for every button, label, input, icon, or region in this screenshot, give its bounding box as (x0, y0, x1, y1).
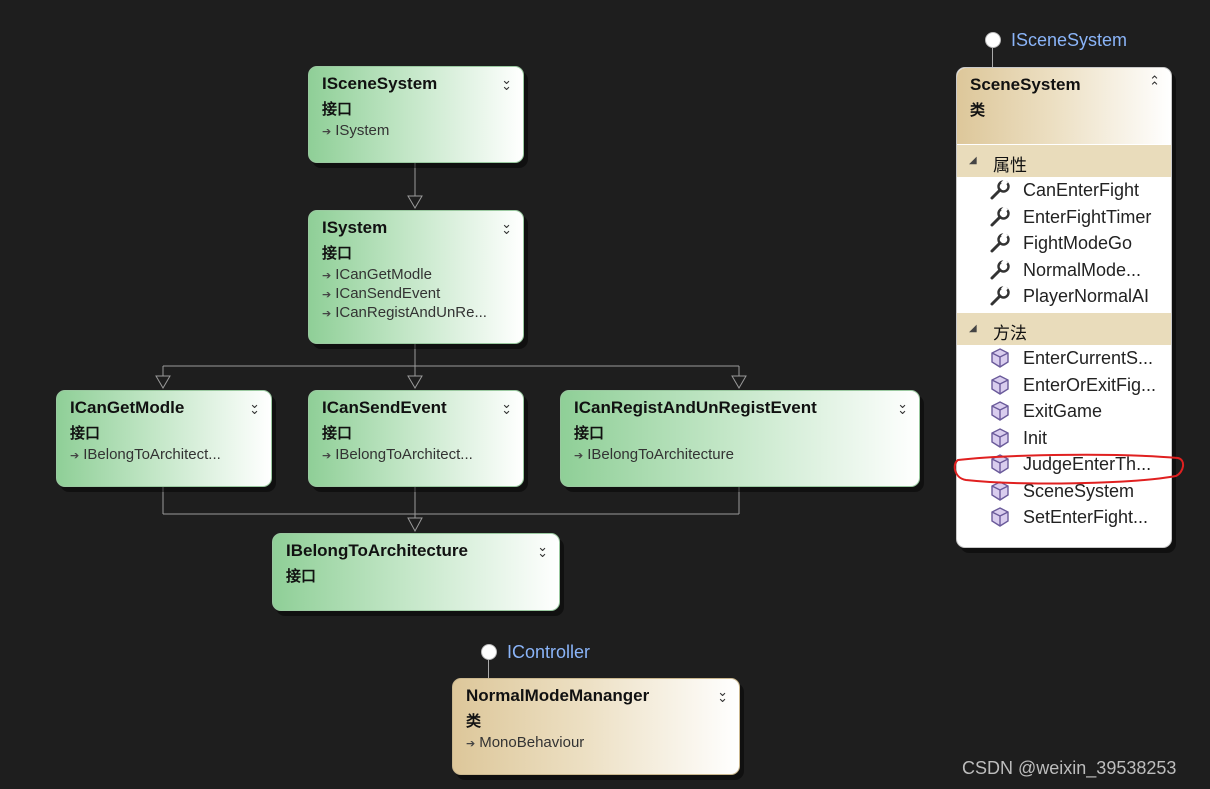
inherit-arrow-icon: ➔ (574, 450, 584, 462)
inherit-item: ➔ MonoBehaviour (466, 734, 585, 751)
collapse-chevron-icon[interactable]: ⌄ ⌄ (501, 397, 512, 416)
inherit-item: ➔ IBelongToArchitecture (574, 446, 734, 463)
inherit-item: ➔ ICanRegistAndUnRe... (322, 304, 487, 321)
method-cube-icon (989, 427, 1011, 449)
inherit-arrow-icon: ➔ (70, 450, 80, 462)
property-item[interactable]: CanEnterFight (989, 179, 1139, 205)
box-title: SceneSystem (970, 75, 1081, 94)
property-wrench-icon (989, 258, 1011, 281)
property-item[interactable]: EnterFightTimer (989, 205, 1151, 232)
property-wrench-icon (989, 179, 1011, 201)
method-cube-icon (989, 400, 1011, 422)
inherit-arrow-icon: ➔ (322, 270, 332, 282)
lollipop-label: IController (507, 642, 591, 662)
interface-box-iscenesystem[interactable]: ISceneSystem ⌄ ⌄ 接口 ➔ ISystem (308, 66, 524, 163)
property-wrench-icon (989, 205, 1011, 228)
box-title: ICanSendEvent (322, 398, 447, 417)
method-cube-icon (989, 506, 1011, 528)
inherit-arrow-icon: ➔ (322, 308, 332, 320)
inherit-item: ➔ ISystem (322, 122, 390, 139)
lollipop-stick (992, 48, 993, 67)
collapse-triangle-icon[interactable]: ◢ (969, 323, 977, 334)
collapse-chevron-icon[interactable]: ⌃ ⌃ (1149, 74, 1160, 93)
class-box-normalmodemananger[interactable]: NormalModeMananger ⌄ ⌄ 类 ➔ MonoBehaviour (452, 678, 740, 775)
property-item[interactable]: NormalMode... (989, 258, 1141, 285)
method-item[interactable]: ExitGame (989, 400, 1102, 426)
inherit-arrow-icon: ➔ (466, 738, 476, 750)
box-kind: 类 (970, 102, 986, 119)
box-title: ISystem (322, 218, 388, 237)
inherit-arrow-icon: ➔ (322, 126, 332, 138)
box-kind: 类 (466, 713, 482, 730)
box-title: NormalModeMananger (466, 686, 650, 705)
collapse-chevron-icon[interactable]: ⌄ ⌄ (501, 217, 512, 236)
property-item[interactable]: FightModeGo (989, 232, 1132, 258)
box-title: ISceneSystem (322, 74, 438, 93)
collapse-triangle-icon[interactable]: ◢ (969, 155, 977, 166)
collapse-chevron-icon[interactable]: ⌄ ⌄ (717, 685, 728, 704)
lollipop-label: ISceneSystem (1011, 30, 1128, 50)
lollipop-stick (488, 660, 489, 678)
method-item[interactable]: EnterCurrentS... (989, 347, 1153, 373)
interface-box-isystem[interactable]: ISystem ⌄ ⌄ 接口 ➔ ICanGetModle ➔ ICanSendEve… (308, 210, 524, 344)
interface-box-icansendevent[interactable]: ICanSendEvent ⌄ ⌄ 接口 ➔ IBelongToArchitect.… (308, 390, 524, 487)
box-title: ICanGetModle (70, 398, 185, 417)
inherit-item: ➔ ICanSendEvent (322, 285, 441, 302)
inherit-arrow-icon: ➔ (322, 450, 332, 462)
watermark: CSDN @weixin_39538253 (962, 758, 1177, 778)
collapse-chevron-icon[interactable]: ⌄ ⌄ (897, 397, 908, 416)
inherit-item: ➔ IBelongToArchitect... (70, 446, 221, 463)
method-cube-icon (989, 374, 1011, 396)
collapse-chevron-icon[interactable]: ⌄ ⌄ (249, 397, 260, 416)
class-header: SceneSystem ⌃ ⌃ 类 (957, 68, 1171, 144)
interface-lollipop-icon (481, 644, 497, 660)
box-kind: 接口 (574, 425, 605, 442)
method-cube-icon (989, 347, 1011, 369)
method-item[interactable]: Init (989, 427, 1047, 453)
interface-box-ibelong[interactable]: IBelongToArchitecture ⌄ ⌄ 接口 (272, 533, 560, 611)
inherit-item: ➔ IBelongToArchitect... (322, 446, 473, 463)
interface-box-icangetmodle[interactable]: ICanGetModle ⌄ ⌄ 接口 ➔ IBelongToArchitect..… (56, 390, 272, 487)
highlight-circle-annotation (953, 453, 1184, 485)
inherit-arrow-icon: ➔ (322, 289, 332, 301)
section-properties[interactable]: ◢ 属性 (957, 145, 1171, 177)
interface-lollipop-icon (985, 32, 1001, 48)
interface-box-icanregist[interactable]: ICanRegistAndUnRegistEvent ⌄ ⌄ 接口 ➔ IBelon… (560, 390, 920, 487)
box-title: ICanRegistAndUnRegistEvent (574, 398, 817, 417)
box-kind: 接口 (322, 425, 353, 442)
box-kind: 接口 (286, 568, 317, 585)
property-wrench-icon (989, 232, 1011, 254)
property-wrench-icon (989, 285, 1011, 307)
box-kind: 接口 (70, 425, 101, 442)
property-item[interactable]: PlayerNormalAI (989, 285, 1149, 311)
collapse-chevron-icon[interactable]: ⌄ ⌄ (537, 540, 548, 559)
inherit-item: ➔ ICanGetModle (322, 266, 432, 283)
box-kind: 接口 (322, 101, 353, 118)
method-item[interactable]: SetEnterFight... (989, 506, 1148, 532)
section-methods[interactable]: ◢ 方法 (957, 313, 1171, 345)
method-item[interactable]: EnterOrExitFig... (989, 374, 1156, 400)
collapse-chevron-icon[interactable]: ⌄ ⌄ (501, 73, 512, 92)
box-kind: 接口 (322, 245, 353, 262)
box-title: IBelongToArchitecture (286, 541, 468, 560)
